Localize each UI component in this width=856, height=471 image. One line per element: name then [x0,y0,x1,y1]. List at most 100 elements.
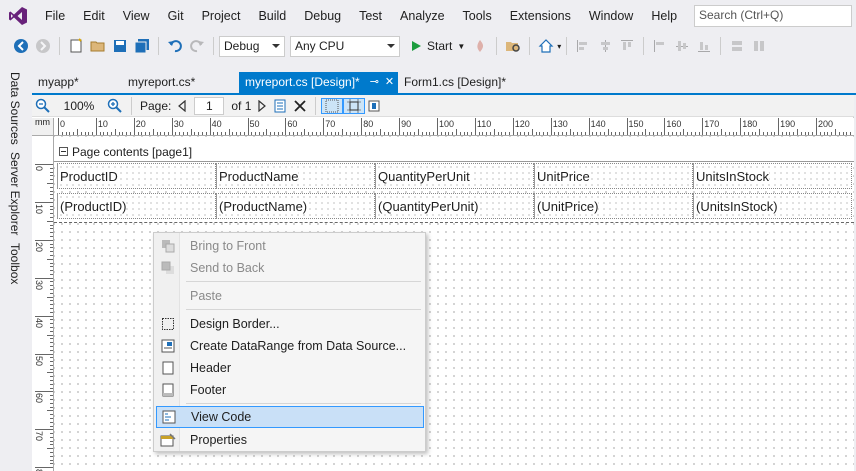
header-cell[interactable]: ProductID [57,163,216,189]
menu-analyze[interactable]: Analyze [391,0,453,32]
hot-reload-icon[interactable] [469,35,491,57]
page-contents-section[interactable]: Page contents [page1] [54,142,854,162]
ruler-tick [516,132,518,135]
ruler-tick [546,132,548,135]
menu-item-bring-to-front[interactable]: Bring to Front [156,235,424,257]
solution-configuration-dropdown[interactable]: Debug [219,35,285,57]
next-page-icon[interactable] [254,99,270,112]
forward-icon[interactable] [32,35,54,57]
ruler-tick [713,132,715,135]
align-middles-icon[interactable] [671,35,693,57]
bring-to-front-icon [156,239,180,253]
undo-icon[interactable] [164,35,186,57]
field-cell[interactable]: (QuantityPerUnit) [375,193,534,219]
toolbar-separator [315,96,317,115]
ruler-label: 50 [249,119,260,129]
field-cell[interactable]: (ProductName) [216,193,375,219]
align-lefts-icon[interactable] [572,35,594,57]
menu-window[interactable]: Window [580,0,642,32]
save-icon[interactable] [109,35,131,57]
new-item-icon[interactable] [65,35,87,57]
page-settings-icon[interactable] [270,99,290,113]
zoom-out-icon[interactable] [32,98,54,114]
show-grid-icon[interactable] [321,97,344,114]
menu-edit[interactable]: Edit [74,0,114,32]
menu-item-header[interactable]: Header [156,357,424,379]
menu-item-design-border[interactable]: Design Border... [156,313,424,335]
tab-myreport-cs[interactable]: myreport.cs* [122,72,239,93]
home-icon[interactable] [535,35,557,57]
ruler-label: 120 [514,119,530,129]
menu-file[interactable]: File [36,0,74,32]
collapse-icon[interactable] [59,147,68,156]
align-centers-icon[interactable] [594,35,616,57]
tab-myapp[interactable]: myapp* [32,72,122,93]
tab-server-explorer[interactable]: Server Explorer [8,152,22,235]
delete-page-icon[interactable] [290,99,310,113]
chevron-down-icon[interactable]: ▼ [457,42,465,51]
header-cell[interactable]: UnitsInStock [693,163,852,189]
tab-data-sources[interactable]: Data Sources [8,72,22,145]
menu-view[interactable]: View [114,0,159,32]
ruler-tick [535,132,537,135]
tab-form1-design[interactable]: Form1.cs [Design]* [398,72,538,93]
menu-build[interactable]: Build [249,0,295,32]
ruler-tick [581,132,583,135]
header-cell[interactable]: ProductName [216,163,375,189]
make-same-width-icon[interactable] [726,35,748,57]
back-icon[interactable] [10,35,32,57]
align-bottoms-icon[interactable] [693,35,715,57]
menu-item-properties[interactable]: Properties [156,429,424,451]
page-number-input[interactable]: 1 [194,96,225,115]
ruler-tick [527,132,529,135]
menu-item-create-datarange[interactable]: Create DataRange from Data Source... [156,335,424,357]
ruler-tick [543,132,545,135]
ruler-tick [372,132,374,135]
align-lefts-2-icon[interactable] [649,35,671,57]
menu-git[interactable]: Git [159,0,193,32]
pin-icon[interactable]: ⊸ [370,75,379,88]
zoom-in-icon[interactable] [104,98,126,114]
ruler-tick [383,132,385,135]
ruler-tick [190,129,192,135]
chevron-down-icon[interactable]: ▾ [557,42,561,51]
make-same-height-icon[interactable] [748,35,770,57]
align-top-icon[interactable] [616,35,638,57]
header-cell[interactable]: QuantityPerUnit [375,163,534,189]
snap-to-grid-icon[interactable] [343,97,366,114]
ruler-tick [61,132,63,135]
close-icon[interactable]: ✕ [385,75,394,88]
start-button[interactable]: Start ▼ [406,39,469,53]
ruler-tick [50,398,53,400]
field-cell[interactable]: (UnitsInStock) [693,193,852,219]
menu-item-footer[interactable]: Footer [156,379,424,401]
menu-test[interactable]: Test [350,0,391,32]
menu-debug[interactable]: Debug [295,0,350,32]
visual-studio-logo-icon[interactable] [0,0,36,32]
search-input[interactable]: Search (Ctrl+Q) [694,5,852,27]
ruler-tick [50,281,53,283]
tab-toolbox[interactable]: Toolbox [8,243,22,284]
menu-help[interactable]: Help [642,0,686,32]
open-folder-icon[interactable] [87,35,109,57]
previous-page-icon[interactable] [174,99,190,112]
menu-tools[interactable]: Tools [454,0,501,32]
menu-item-send-to-back[interactable]: Send to Back [156,257,424,279]
field-cell[interactable]: (ProductID) [57,193,216,219]
tab-myreport-design[interactable]: myreport.cs [Design]* ⊸ ✕ [239,72,398,93]
ruler-tick [50,217,53,219]
report-properties-icon[interactable] [365,100,383,112]
save-all-icon[interactable] [131,35,153,57]
menu-project[interactable]: Project [193,0,250,32]
header-row: ProductID ProductName QuantityPerUnit Un… [57,163,854,189]
redo-icon[interactable] [186,35,208,57]
context-menu: Bring to Front Send to Back Paste Design… [153,232,426,452]
menu-extensions[interactable]: Extensions [501,0,580,32]
field-cell[interactable]: (UnitPrice) [534,193,693,219]
menu-item-view-code[interactable]: View Code [156,406,424,428]
find-in-files-icon[interactable] [502,35,524,57]
zoom-level[interactable]: 100% [54,99,104,113]
solution-platform-dropdown[interactable]: Any CPU [290,35,400,57]
menu-item-paste[interactable]: Paste [156,285,424,307]
header-cell[interactable]: UnitPrice [534,163,693,189]
